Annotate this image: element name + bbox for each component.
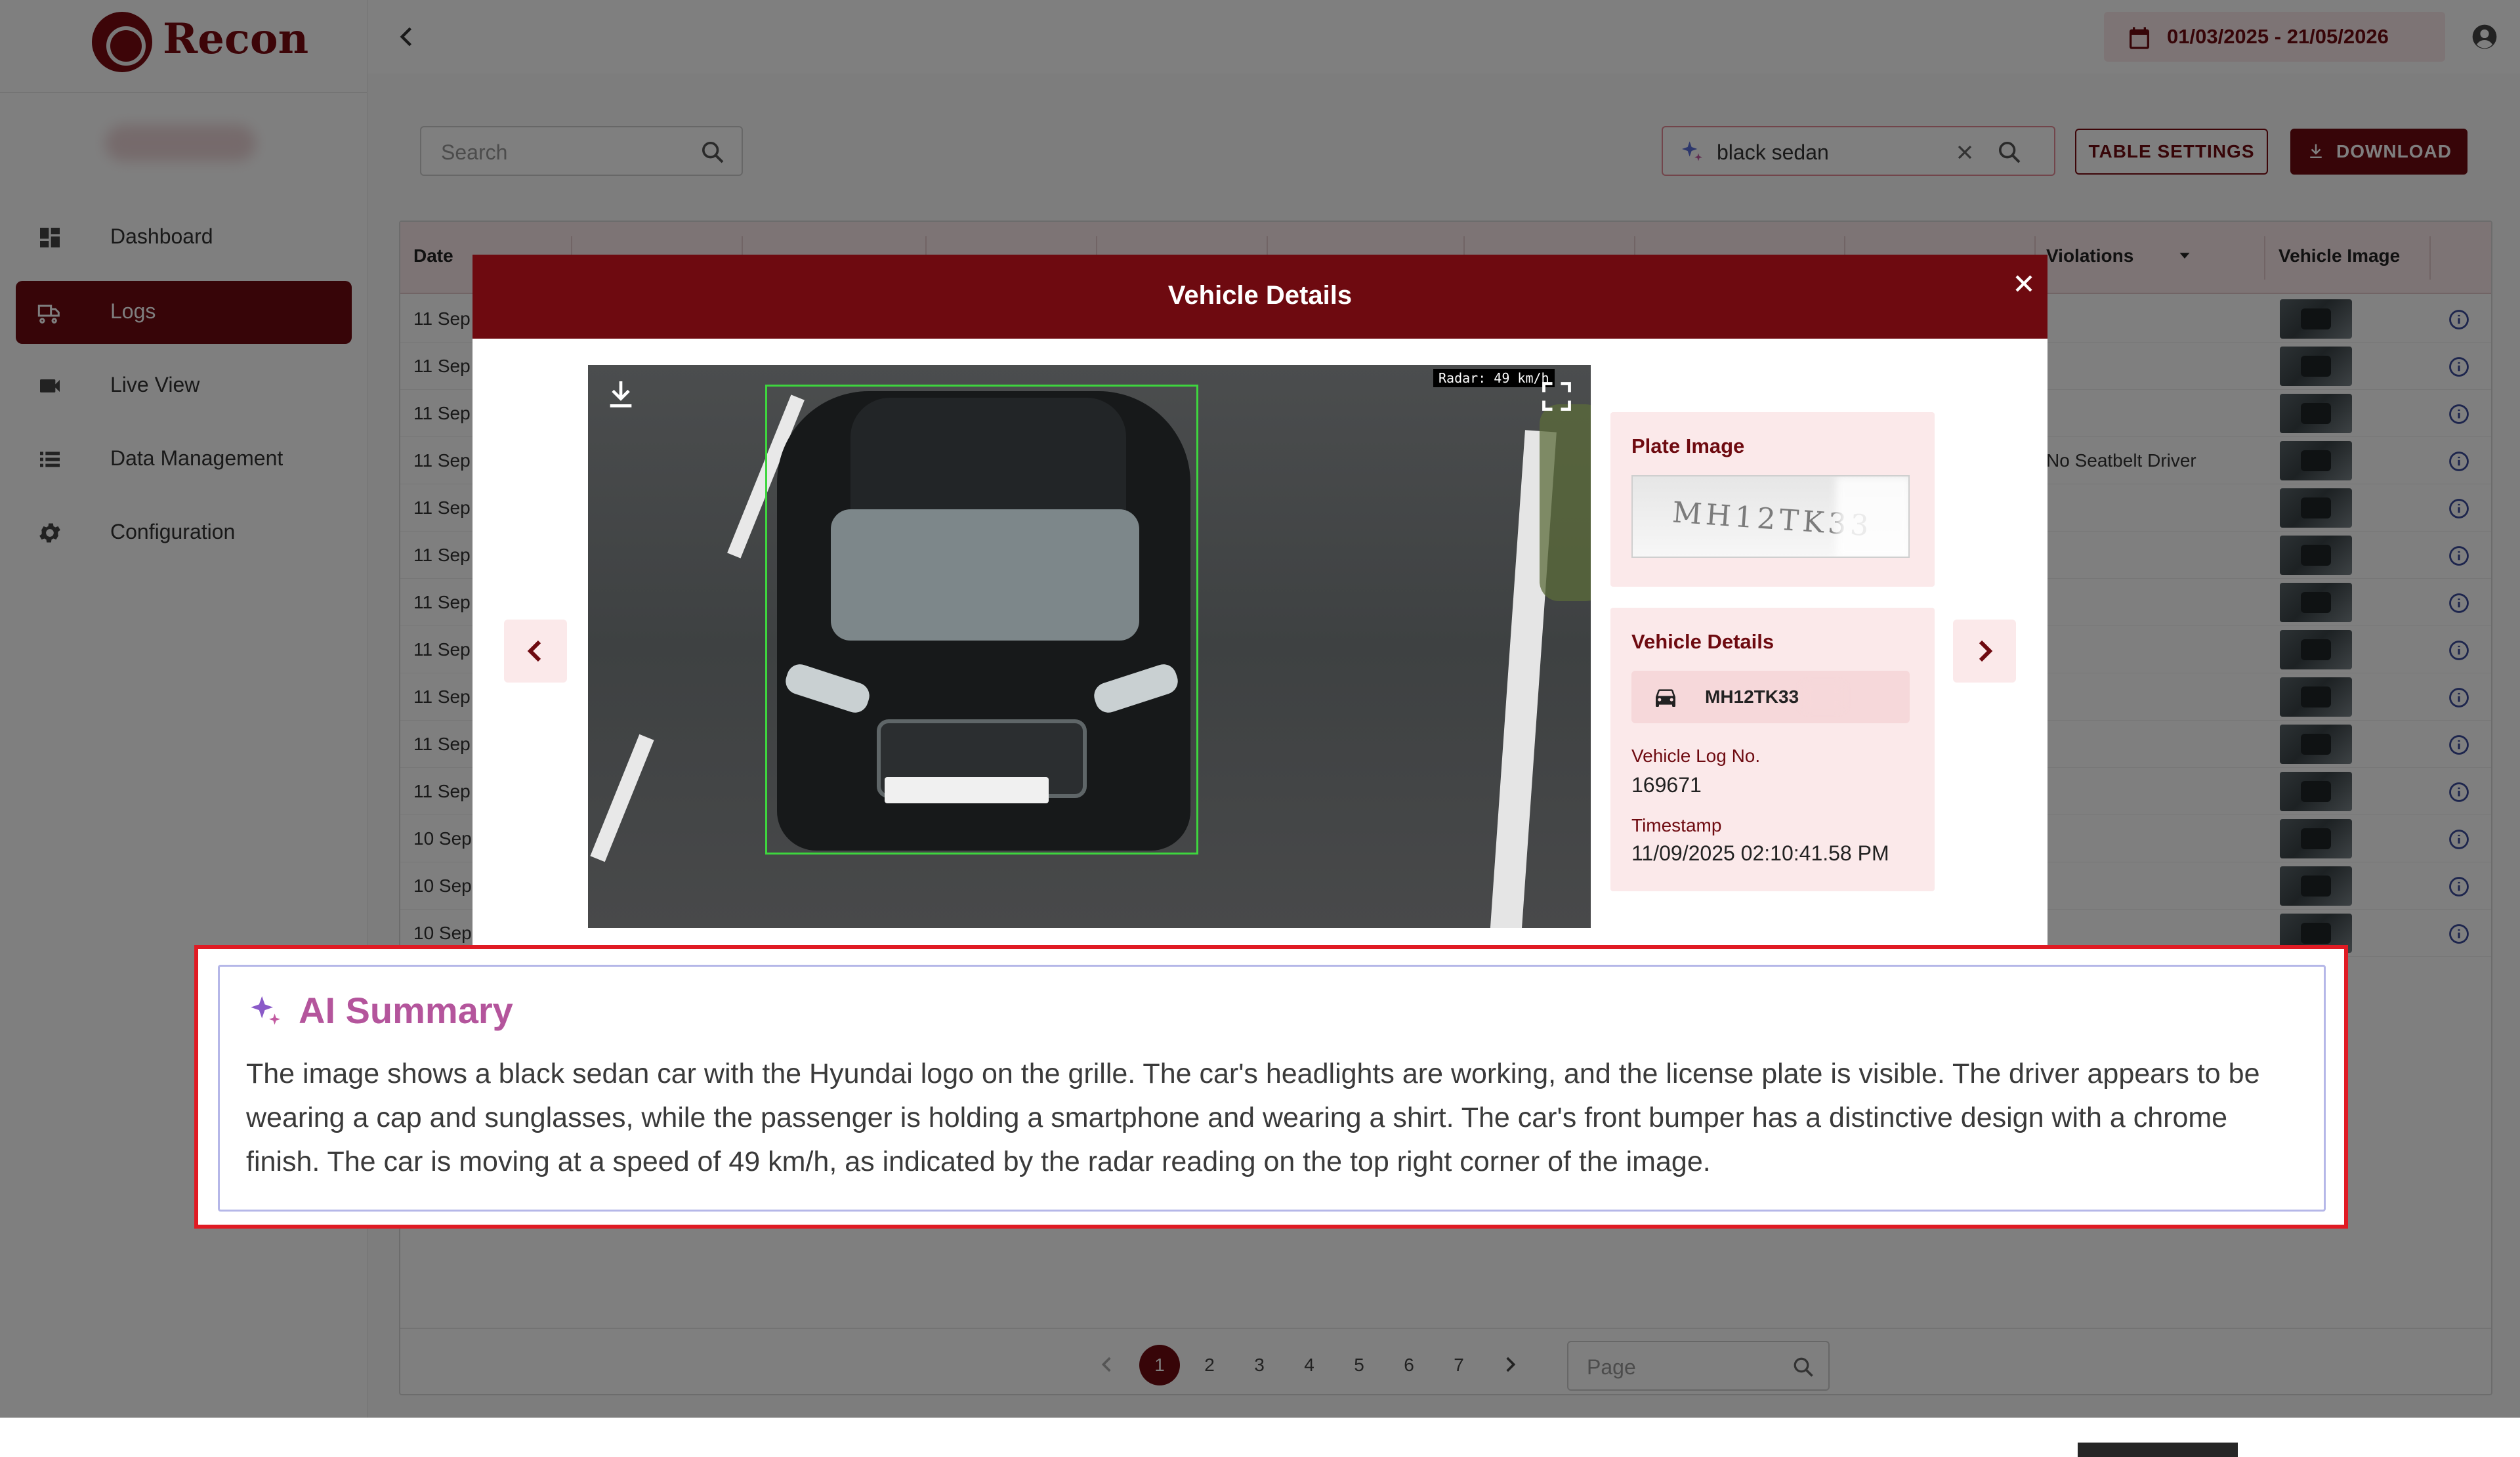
modal-header: Vehicle Details: [472, 255, 2048, 339]
vehicle-details-card: Vehicle Details MH12TK33 Vehicle Log No.…: [1610, 608, 1935, 891]
plate-image-redaction: [1836, 476, 1908, 557]
ai-summary-text: The image shows a black sedan car with t…: [246, 1058, 2260, 1177]
plate-image: MH12TK33: [1631, 475, 1910, 558]
vehicle-details-title: Vehicle Details: [1631, 630, 1774, 653]
plate-image-strip: [2078, 1443, 2238, 1457]
detection-bounding-box: [765, 385, 1198, 855]
vehicle-log-no-value: 169671: [1631, 773, 1702, 797]
ai-summary-title: AI Summary: [299, 990, 513, 1031]
vehicle-details-modal: Vehicle Details Radar: 49 km/h Plate Ima…: [472, 255, 2048, 950]
previous-vehicle-button[interactable]: [504, 620, 567, 683]
fullscreen-icon[interactable]: [1540, 379, 1574, 413]
vehicle-number-chip: MH12TK33: [1631, 671, 1910, 723]
close-icon[interactable]: [2009, 269, 2038, 298]
car-icon: [1656, 689, 1675, 707]
vehicle-photo: Radar: 49 km/h: [588, 365, 1591, 928]
vehicle-log-no-label: Vehicle Log No.: [1631, 746, 1761, 766]
roadside-verge: [1540, 404, 1591, 601]
download-icon[interactable]: [602, 377, 639, 413]
plate-image-card: Plate Image MH12TK33: [1610, 412, 1935, 587]
plate-image-title: Plate Image: [1631, 434, 1745, 457]
timestamp-label: Timestamp: [1631, 815, 1722, 835]
chevron-left-icon: [527, 640, 541, 662]
chevron-right-icon: [1979, 640, 1993, 662]
radar-overlay-label: Radar: 49 km/h: [1433, 369, 1555, 387]
ai-summary-callout: AI Summary The image shows a black sedan…: [194, 945, 2348, 1229]
next-vehicle-button[interactable]: [1953, 620, 2016, 683]
timestamp-value: 11/09/2025 02:10:41.58 PM: [1631, 841, 1889, 865]
ai-summary-panel: AI Summary The image shows a black sedan…: [218, 965, 2326, 1212]
vehicle-number: MH12TK33: [1705, 686, 1799, 707]
vehicle-number-redaction: [1803, 685, 1843, 709]
sparkle-icon: [251, 996, 280, 1025]
modal-title: Vehicle Details: [1167, 281, 1353, 310]
